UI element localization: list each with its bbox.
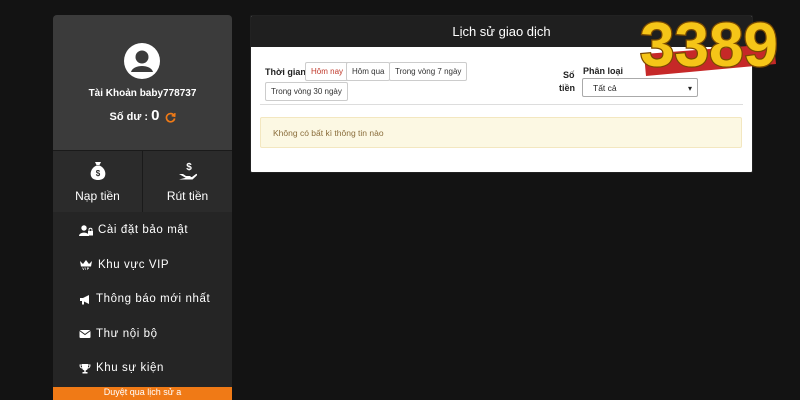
logo-text: 3389	[640, 11, 778, 80]
megaphone-icon	[80, 294, 89, 305]
deposit-button[interactable]: $ Nạp tiền	[53, 150, 142, 212]
trophy-icon	[79, 363, 91, 374]
brand-logo: 3389	[639, 10, 779, 80]
profile-card: Tài Khoản baby778737 Số dư : 0	[53, 15, 232, 150]
withdraw-label: Rút tiền	[166, 189, 209, 203]
time-option-7-days[interactable]: Trong vòng 7 ngày	[389, 62, 468, 81]
withdraw-button[interactable]: $ Rút tiền	[142, 150, 232, 212]
category-label: Phân loại	[583, 66, 624, 76]
money-bag-icon: $	[90, 162, 105, 180]
menu-item-label: Thư nội bộ	[96, 327, 158, 340]
menu-item-announcements[interactable]: Thông báo mới nhất	[53, 282, 232, 317]
history-banner[interactable]: Duyệt qua lịch sử a	[53, 387, 232, 400]
hand-dollar-icon: $	[178, 162, 197, 180]
time-filter-label: Thời gian	[265, 67, 306, 77]
category-selected-value: Tất cả	[593, 83, 617, 93]
envelope-icon	[79, 329, 91, 338]
filter-divider	[260, 104, 743, 105]
svg-text:$: $	[95, 169, 100, 178]
menu-item-label: Khu vực VIP	[98, 258, 170, 271]
sidebar: Tài Khoản baby778737 Số dư : 0 $ Nạp tiề…	[53, 15, 232, 400]
balance-label: Số dư :	[109, 111, 149, 123]
time-option-today[interactable]: Hôm nay	[305, 62, 350, 81]
menu-item-vip[interactable]: VIP Khu vực VIP	[53, 248, 232, 283]
user-lock-icon	[79, 225, 93, 236]
menu-item-label: Thông báo mới nhất	[96, 293, 211, 306]
refresh-icon[interactable]	[165, 112, 176, 123]
vip-crown-icon: VIP	[80, 260, 92, 270]
amount-label-line1: Số	[563, 70, 575, 80]
empty-state-notice: Không có bất kì thông tin nào	[260, 117, 742, 148]
balance-value: 0	[151, 107, 160, 124]
menu-item-label: Cài đặt bảo mật	[98, 224, 189, 237]
time-option-yesterday[interactable]: Hôm qua	[346, 62, 391, 81]
wallet-actions: $ Nạp tiền $ Rút tiền	[53, 150, 232, 212]
menu-item-events[interactable]: Khu sự kiện	[53, 351, 232, 386]
page-background: Tài Khoản baby778737 Số dư : 0 $ Nạp tiề…	[0, 0, 800, 400]
balance-row: Số dư : 0	[53, 107, 232, 124]
svg-text:VIP: VIP	[82, 267, 90, 270]
account-name: Tài Khoản baby778737	[88, 88, 197, 99]
deposit-label: Nạp tiền	[75, 189, 120, 203]
amount-label-line2: tiền	[559, 83, 576, 93]
menu-item-security[interactable]: Cài đặt bảo mật	[53, 213, 232, 248]
user-avatar-icon	[124, 43, 160, 79]
sidebar-menu: Cài đặt bảo mật VIP Khu vực VIP Thông bá…	[53, 213, 232, 386]
category-select[interactable]: Tất cả ▾	[582, 78, 698, 97]
menu-item-label: Khu sự kiện	[96, 362, 164, 375]
chevron-down-icon: ▾	[687, 84, 692, 93]
menu-item-inbox[interactable]: Thư nội bộ	[53, 317, 232, 352]
time-option-30-days[interactable]: Trong vòng 30 ngày	[265, 82, 348, 101]
svg-text:$: $	[186, 162, 192, 173]
